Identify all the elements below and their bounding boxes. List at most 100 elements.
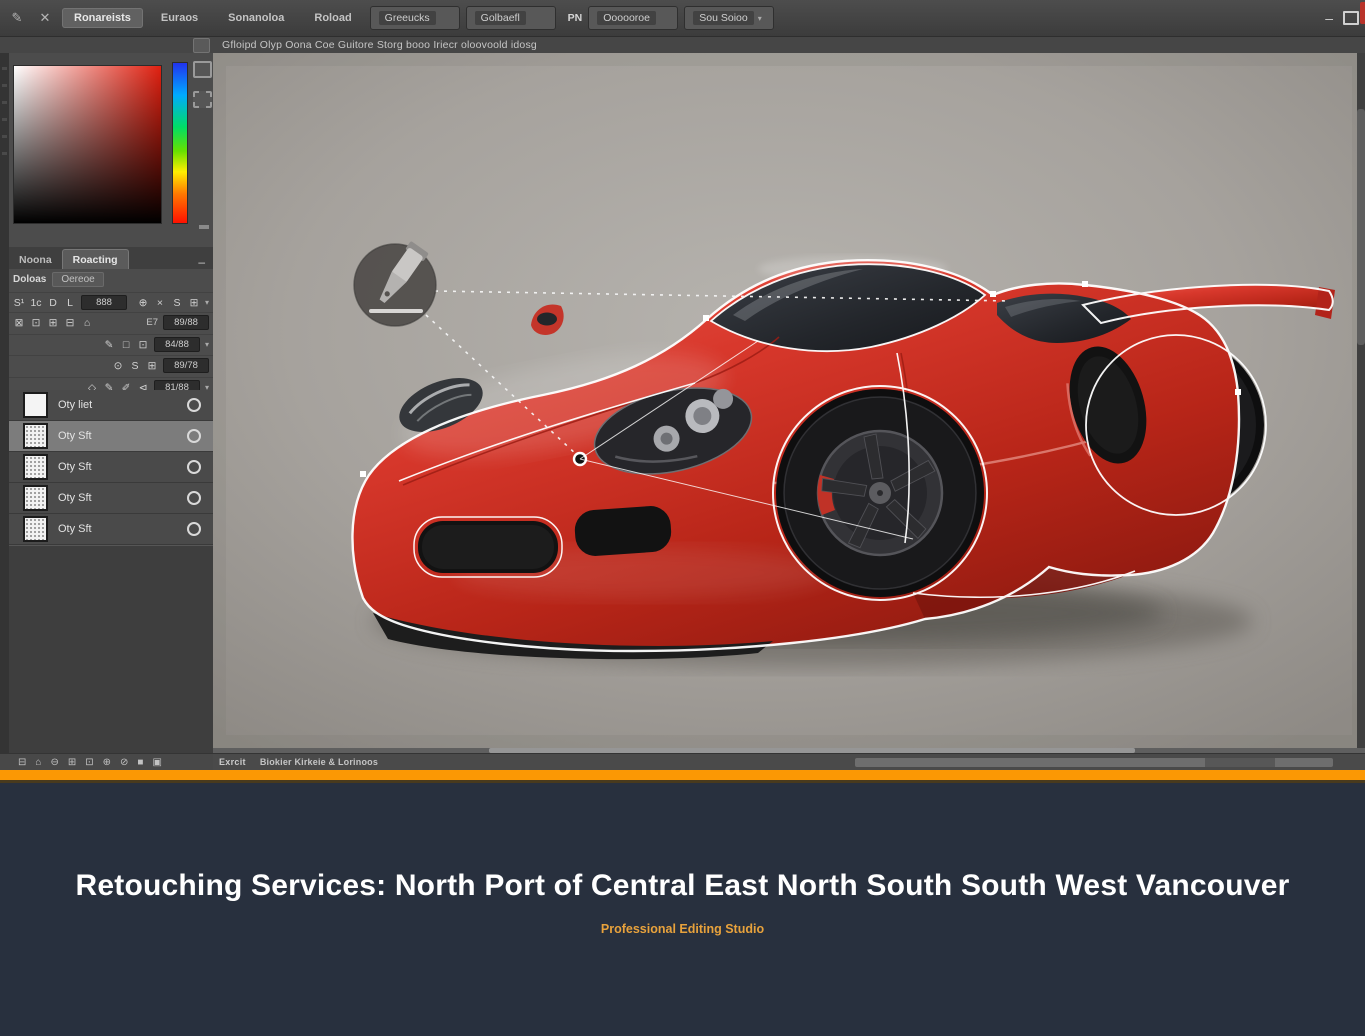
- tool-icon[interactable]: ×: [154, 297, 166, 309]
- visibility-eye-icon[interactable]: [187, 398, 201, 412]
- menu-tab-roload[interactable]: Roload: [302, 8, 363, 28]
- layer-row[interactable]: Oty liet: [9, 390, 213, 421]
- layer-name: Oty Sft: [58, 461, 92, 473]
- toolbar-icon[interactable]: ■: [137, 757, 143, 768]
- maximize-button[interactable]: [1343, 11, 1359, 25]
- status-bar: Exrcit Biokier Kirkeie & Lorinoos: [213, 753, 1365, 770]
- tool-icon[interactable]: ⊞: [146, 360, 158, 372]
- visibility-eye-icon[interactable]: [187, 429, 201, 443]
- left-panel: Noona Roacting – Doloas Oereoe S¹ 1c D L…: [9, 53, 213, 754]
- toolbar-icon[interactable]: ⊟: [18, 757, 26, 768]
- hue-slider[interactable]: [172, 62, 188, 224]
- options-chip[interactable]: Oereoe: [52, 271, 104, 287]
- front-wheel: [776, 389, 984, 597]
- tool-icon[interactable]: ✎: [103, 339, 115, 351]
- tool-value-field[interactable]: 84/88: [153, 337, 200, 352]
- menu-select-1[interactable]: Greeucks: [369, 6, 460, 30]
- visibility-eye-icon[interactable]: [187, 460, 201, 474]
- tool-icon[interactable]: ⊡: [137, 339, 149, 351]
- menu-select-3-prefix: PN: [567, 12, 583, 24]
- layer-row[interactable]: Oty Sft: [9, 452, 213, 483]
- visibility-eye-icon[interactable]: [187, 491, 201, 505]
- picker-collapse-handle[interactable]: [199, 225, 209, 229]
- tool-icon[interactable]: S¹: [13, 297, 25, 309]
- toolbar-icon[interactable]: ⊖: [50, 757, 58, 768]
- visibility-eye-icon[interactable]: [187, 522, 201, 536]
- tool-icon[interactable]: ⊞: [47, 317, 59, 329]
- tool-icon[interactable]: ⊟: [64, 317, 76, 329]
- tool-icon[interactable]: ⊙: [112, 360, 124, 372]
- tool-icon[interactable]: □: [120, 339, 132, 351]
- toolbar-icon[interactable]: ▣: [152, 757, 161, 768]
- tool-icon[interactable]: L: [64, 297, 76, 309]
- tool-icon[interactable]: S: [171, 297, 183, 309]
- document-icon: [193, 38, 210, 53]
- layer-thumbnail: [23, 392, 48, 418]
- menu-tab-ronareists[interactable]: Ronareists: [62, 8, 143, 28]
- toolbar-icon[interactable]: ⊞: [68, 757, 76, 768]
- tool-icon[interactable]: ⊠: [13, 317, 25, 329]
- status-left-label: Exrcit: [219, 757, 246, 767]
- toolbar-icon[interactable]: ⊕: [103, 757, 111, 768]
- tool-value-field[interactable]: 89/88: [163, 315, 209, 330]
- tool-icon[interactable]: D: [47, 297, 59, 309]
- layer-thumbnail: [23, 423, 48, 449]
- menu-tab-sonanoloa[interactable]: Sonanoloa: [216, 8, 296, 28]
- options-subheader: Doloas Oereoe: [9, 270, 217, 288]
- tool-icon[interactable]: 1c: [30, 297, 42, 309]
- chevron-down-icon: ▾: [757, 13, 762, 23]
- vertical-scroll-thumb[interactable]: [1357, 108, 1365, 345]
- left-tool-rail: [0, 53, 9, 753]
- close-tool-icon[interactable]: ✕: [34, 7, 56, 29]
- tool-value-field[interactable]: 89/78: [163, 358, 209, 373]
- menu-select-3[interactable]: Oooooroe: [588, 6, 679, 30]
- layer-thumbnail: [23, 516, 48, 542]
- layer-name: Oty Sft: [58, 523, 92, 535]
- options-label: Doloas: [13, 273, 47, 285]
- tool-options-row-4: ⊙ S ⊞ 89/78: [9, 355, 213, 375]
- menu-select-4[interactable]: Sou Soioo ▾: [684, 6, 775, 30]
- image-canvas[interactable]: [213, 53, 1365, 748]
- panel-empty-area: [9, 545, 213, 754]
- panel-tab-roacting[interactable]: Roacting: [61, 249, 129, 269]
- tool-value-field[interactable]: 888: [81, 295, 127, 310]
- menu-select-2[interactable]: Golbaefl: [465, 6, 556, 30]
- layer-row-selected[interactable]: Oty Sft: [9, 421, 213, 452]
- tool-icon[interactable]: ⊕: [137, 297, 149, 309]
- compare-swatch-icon[interactable]: [193, 91, 212, 108]
- tool-icon[interactable]: ⌂: [81, 317, 93, 329]
- menu-tab-euraos[interactable]: Euraos: [149, 8, 210, 28]
- layer-row[interactable]: Oty Sft: [9, 483, 213, 514]
- status-text: Biokier Kirkeie & Lorinoos: [259, 757, 379, 767]
- document-title: Gfloipd Olyp Oona Coe Guitore Storg booo…: [222, 39, 537, 51]
- toolbar-icon[interactable]: ⌂: [35, 757, 41, 768]
- tool-icon[interactable]: ⊡: [30, 317, 42, 329]
- document-title-bar: Gfloipd Olyp Oona Coe Guitore Storg booo…: [0, 37, 1365, 54]
- tool-options-row-2: ⊠ ⊡ ⊞ ⊟ ⌂ E7 89/88: [9, 312, 213, 332]
- color-picker-gradient[interactable]: [13, 65, 162, 224]
- panel-tab-noona[interactable]: Noona: [9, 250, 62, 269]
- chevron-down-icon[interactable]: ▾: [205, 340, 209, 349]
- tool-icon[interactable]: ⊞: [188, 297, 200, 309]
- pen-tool-icon[interactable]: ✎: [6, 7, 28, 29]
- accent-divider-bar: [0, 770, 1365, 783]
- panel-minimize-icon[interactable]: –: [198, 255, 205, 269]
- layer-name: Oty liet: [58, 399, 93, 411]
- banner-headline: Retouching Services: North Port of Centr…: [75, 869, 1290, 902]
- menu-select-1-value: Greeucks: [378, 11, 436, 25]
- layer-name: Oty Sft: [58, 430, 92, 442]
- close-button[interactable]: [1360, 2, 1365, 24]
- new-swatch-icon[interactable]: [193, 61, 212, 78]
- tool-icon[interactable]: S: [129, 360, 141, 372]
- menu-select-2-value: Golbaefl: [474, 11, 526, 25]
- layer-thumbnail: [23, 454, 48, 480]
- minimize-button[interactable]: –: [1325, 11, 1333, 25]
- layer-row[interactable]: Oty Sft: [9, 514, 213, 545]
- menu-select-4-value: Sou Soioo: [693, 11, 754, 25]
- vertical-scrollbar[interactable]: [1357, 53, 1365, 748]
- menu-select-3-value: Oooooroe: [597, 11, 656, 25]
- window-controls: –: [1325, 11, 1359, 25]
- chevron-down-icon[interactable]: ▾: [205, 298, 209, 307]
- toolbar-icon[interactable]: ⊘: [120, 757, 128, 768]
- toolbar-icon[interactable]: ⊡: [85, 757, 93, 768]
